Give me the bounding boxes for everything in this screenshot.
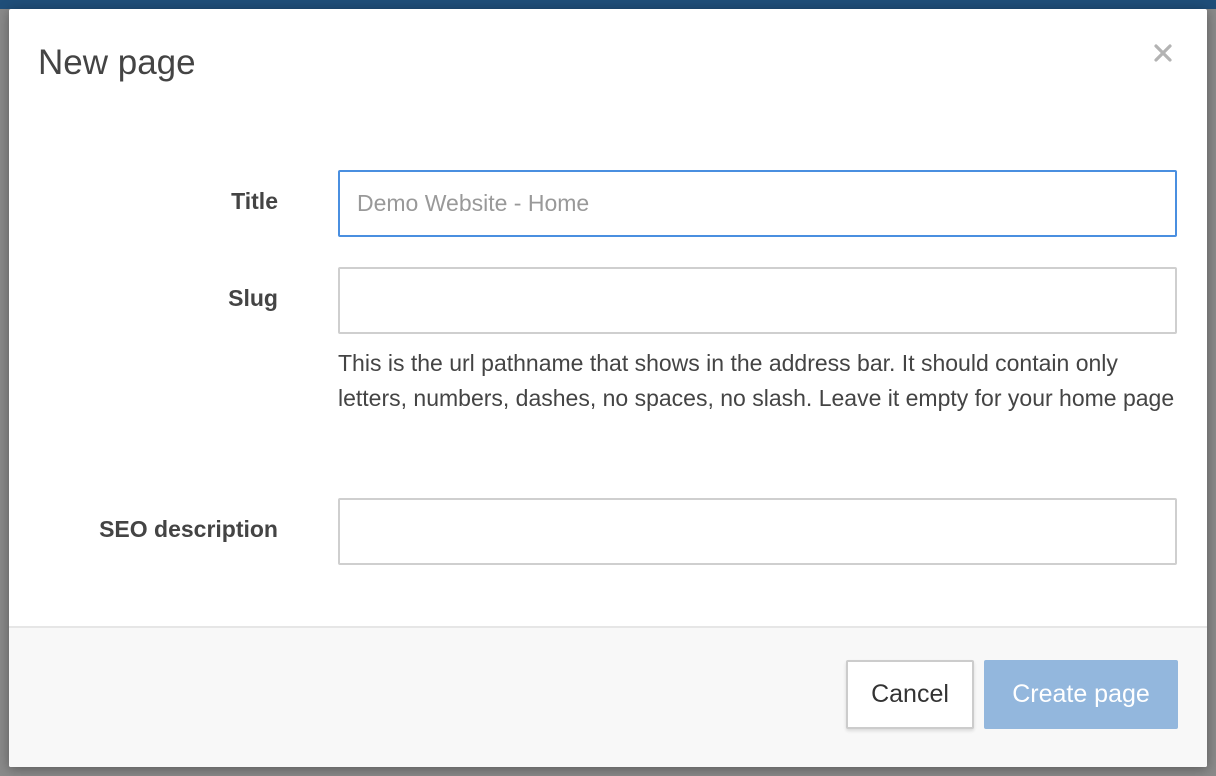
title-input[interactable] — [338, 170, 1177, 237]
create-page-button[interactable]: Create page — [984, 660, 1178, 729]
title-label: Title — [231, 188, 278, 214]
slug-input[interactable] — [338, 267, 1177, 334]
seo-description-label: SEO description — [99, 516, 278, 542]
dialog-footer: Cancel Create page — [9, 626, 1207, 767]
cancel-button[interactable]: Cancel — [846, 660, 974, 729]
new-page-dialog: New page Title Slug This is the url path… — [9, 9, 1207, 767]
seo-description-input[interactable] — [338, 498, 1177, 565]
dialog-title: New page — [38, 43, 196, 82]
close-button[interactable] — [1149, 39, 1177, 67]
app-top-bar — [0, 0, 1216, 9]
close-icon — [1154, 44, 1172, 62]
slug-help-text: This is the url pathname that shows in t… — [338, 350, 1175, 411]
slug-label: Slug — [228, 285, 278, 311]
